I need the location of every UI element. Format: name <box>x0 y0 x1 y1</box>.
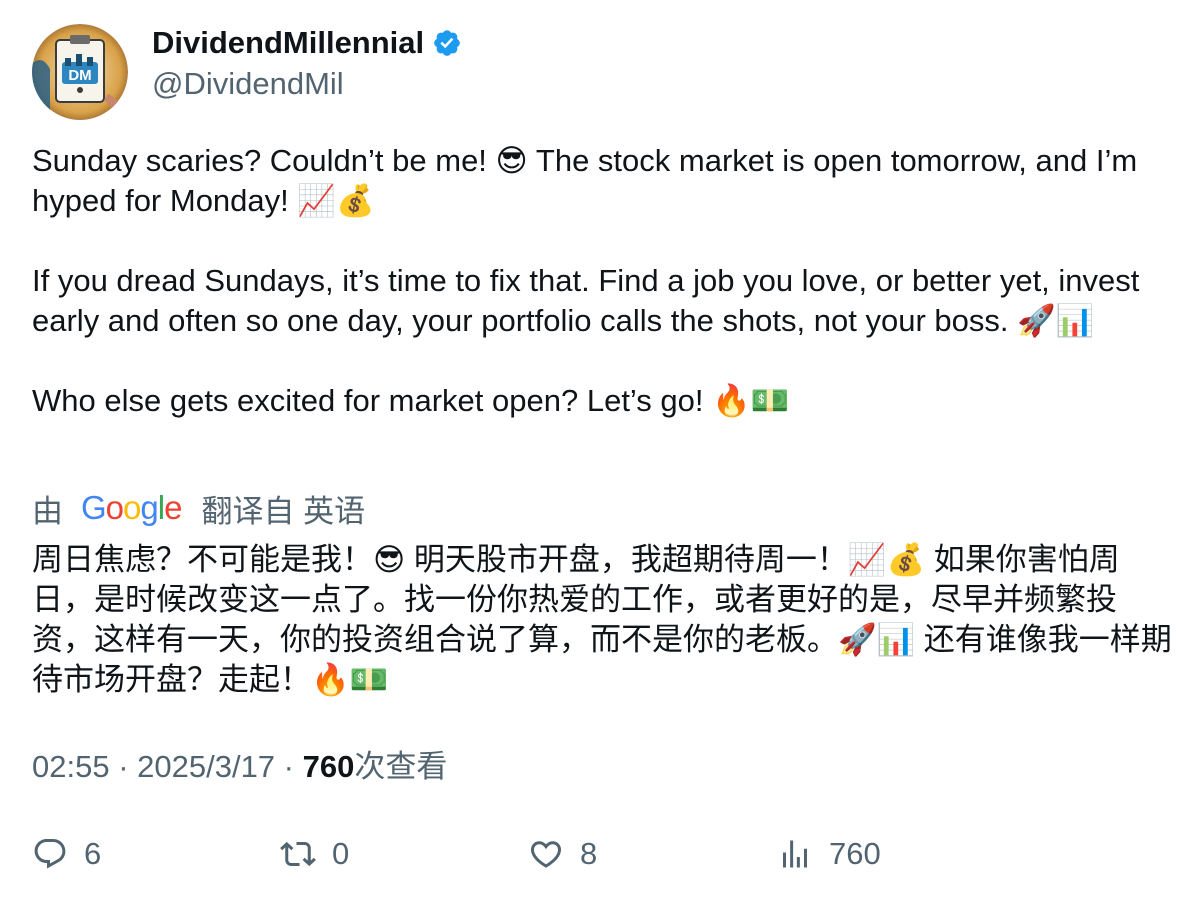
author-handle[interactable]: @DividendMil <box>152 66 462 102</box>
tweet-text: Sunday scaries? Couldn’t be me! 😎 The st… <box>32 143 1140 418</box>
retweet-icon <box>280 841 316 867</box>
display-name-row: DividendMillennial <box>152 24 462 62</box>
avatar[interactable]: DM <box>32 24 128 120</box>
google-logo: Google <box>81 489 182 526</box>
views-label: 次查看 <box>354 749 448 784</box>
tweet-date[interactable]: 2025/3/17 <box>137 749 275 784</box>
like-button[interactable]: 8 <box>528 832 597 876</box>
avatar-initials: DM <box>68 67 91 84</box>
reply-icon <box>34 839 66 869</box>
like-count: 8 <box>580 836 598 871</box>
display-name[interactable]: DividendMillennial <box>152 25 424 61</box>
verified-badge-icon[interactable] <box>432 28 462 58</box>
tweet-card: DM DividendMillennial @DividendMil Sunda… <box>32 24 1172 871</box>
reply-button[interactable]: 6 <box>32 832 101 876</box>
meta-separator: · <box>109 749 138 784</box>
translated-tweet-text: 周日焦虑？不可能是我！😎 明天股市开盘，我超期待周一！📈💰 如果你害怕周日，是时… <box>32 542 1172 697</box>
translation-attribution[interactable]: 由 Google 翻译自 英语 <box>32 486 365 530</box>
bar-chart-icon <box>783 840 807 868</box>
views-count: 760 <box>302 749 355 784</box>
author-names: DividendMillennial @DividendMil <box>152 24 462 102</box>
tweet-meta: 02:55 · 2025/3/17 · 760次查看 <box>32 747 447 787</box>
translated-from-label: 翻译自 英语 <box>201 493 366 529</box>
views-button[interactable]: 760 <box>777 832 881 876</box>
retweet-button[interactable]: 0 <box>280 832 349 876</box>
avatar-image: DM <box>32 24 128 120</box>
reply-count: 6 <box>84 836 102 871</box>
heart-icon <box>530 841 562 868</box>
meta-separator: · <box>275 749 303 784</box>
tweet-actions: 6 0 8 760 <box>32 832 1172 876</box>
views-action-count: 760 <box>829 836 881 871</box>
translated-by-label: 由 <box>32 493 63 529</box>
tweet-time[interactable]: 02:55 <box>32 749 110 784</box>
tweet-header: DM DividendMillennial @DividendMil <box>32 24 1172 120</box>
retweet-count: 0 <box>332 836 350 871</box>
